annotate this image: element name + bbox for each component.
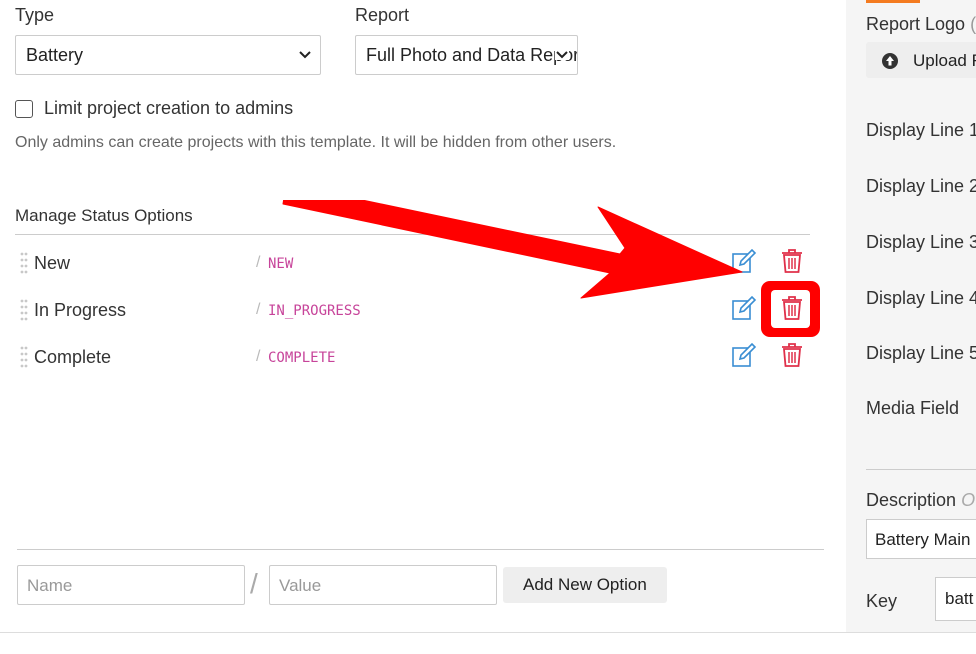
report-select-value: Full Photo and Data Report (366, 45, 578, 65)
chevron-down-icon (555, 50, 569, 60)
orange-accent (866, 0, 920, 3)
upload-logo-button[interactable]: Upload F (866, 42, 976, 78)
status-name: In Progress (34, 300, 127, 320)
status-name: Complete (34, 347, 112, 367)
add-new-option-button[interactable]: Add New Option (503, 567, 667, 603)
upload-icon (882, 53, 898, 69)
value-separator: / (250, 568, 258, 599)
display-line-2-label: Display Line 2 (866, 176, 976, 196)
chevron-down-icon (299, 51, 311, 59)
status-key: COMPLETE (268, 350, 336, 366)
report-label: Report (355, 5, 410, 25)
divider (17, 549, 824, 550)
edit-icon[interactable] (731, 343, 757, 369)
key-input[interactable]: batt (935, 577, 976, 621)
type-label: Type (15, 5, 55, 25)
drag-handle-icon[interactable] (20, 298, 28, 322)
status-name: New (34, 253, 71, 273)
limit-admins-label: Limit project creation to admins (44, 98, 294, 118)
type-select[interactable]: Battery (15, 35, 321, 75)
status-separator: / (256, 301, 261, 318)
status-separator: / (256, 348, 261, 365)
limit-admins-help: Only admins can create projects with thi… (15, 134, 617, 151)
media-field-label: Media Field (866, 398, 960, 418)
type-select-value: Battery (26, 45, 84, 65)
drag-handle-icon[interactable] (20, 345, 28, 369)
key-label: Key (866, 591, 898, 611)
divider (0, 632, 976, 633)
limit-admins-checkbox[interactable] (15, 100, 33, 118)
status-row: Complete / COMPLETE (15, 342, 825, 374)
trash-icon[interactable] (779, 248, 805, 274)
status-separator: / (256, 254, 261, 271)
trash-icon[interactable] (779, 342, 805, 368)
new-option-name-input[interactable]: Name (17, 565, 245, 605)
display-line-3-label: Display Line 3 (866, 232, 976, 252)
report-select[interactable]: Full Photo and Data Report (355, 35, 578, 75)
report-logo-label: Report Logo ( (866, 14, 976, 34)
template-settings-panel: Report Logo ( Upload F Display Line 1 Di… (846, 0, 976, 632)
drag-handle-icon[interactable] (20, 251, 28, 275)
description-input[interactable]: Battery Main (866, 519, 976, 559)
trash-icon[interactable] (779, 295, 805, 321)
description-label: Description O (866, 490, 976, 510)
display-line-1-label: Display Line 1 (866, 120, 976, 140)
display-line-5-label: Display Line 5 (866, 343, 976, 363)
status-heading: Manage Status Options (15, 206, 193, 225)
red-arrow (282, 200, 743, 299)
display-line-4-label: Display Line 4 (866, 288, 976, 308)
divider (866, 469, 976, 470)
new-option-value-input[interactable]: Value (269, 565, 497, 605)
